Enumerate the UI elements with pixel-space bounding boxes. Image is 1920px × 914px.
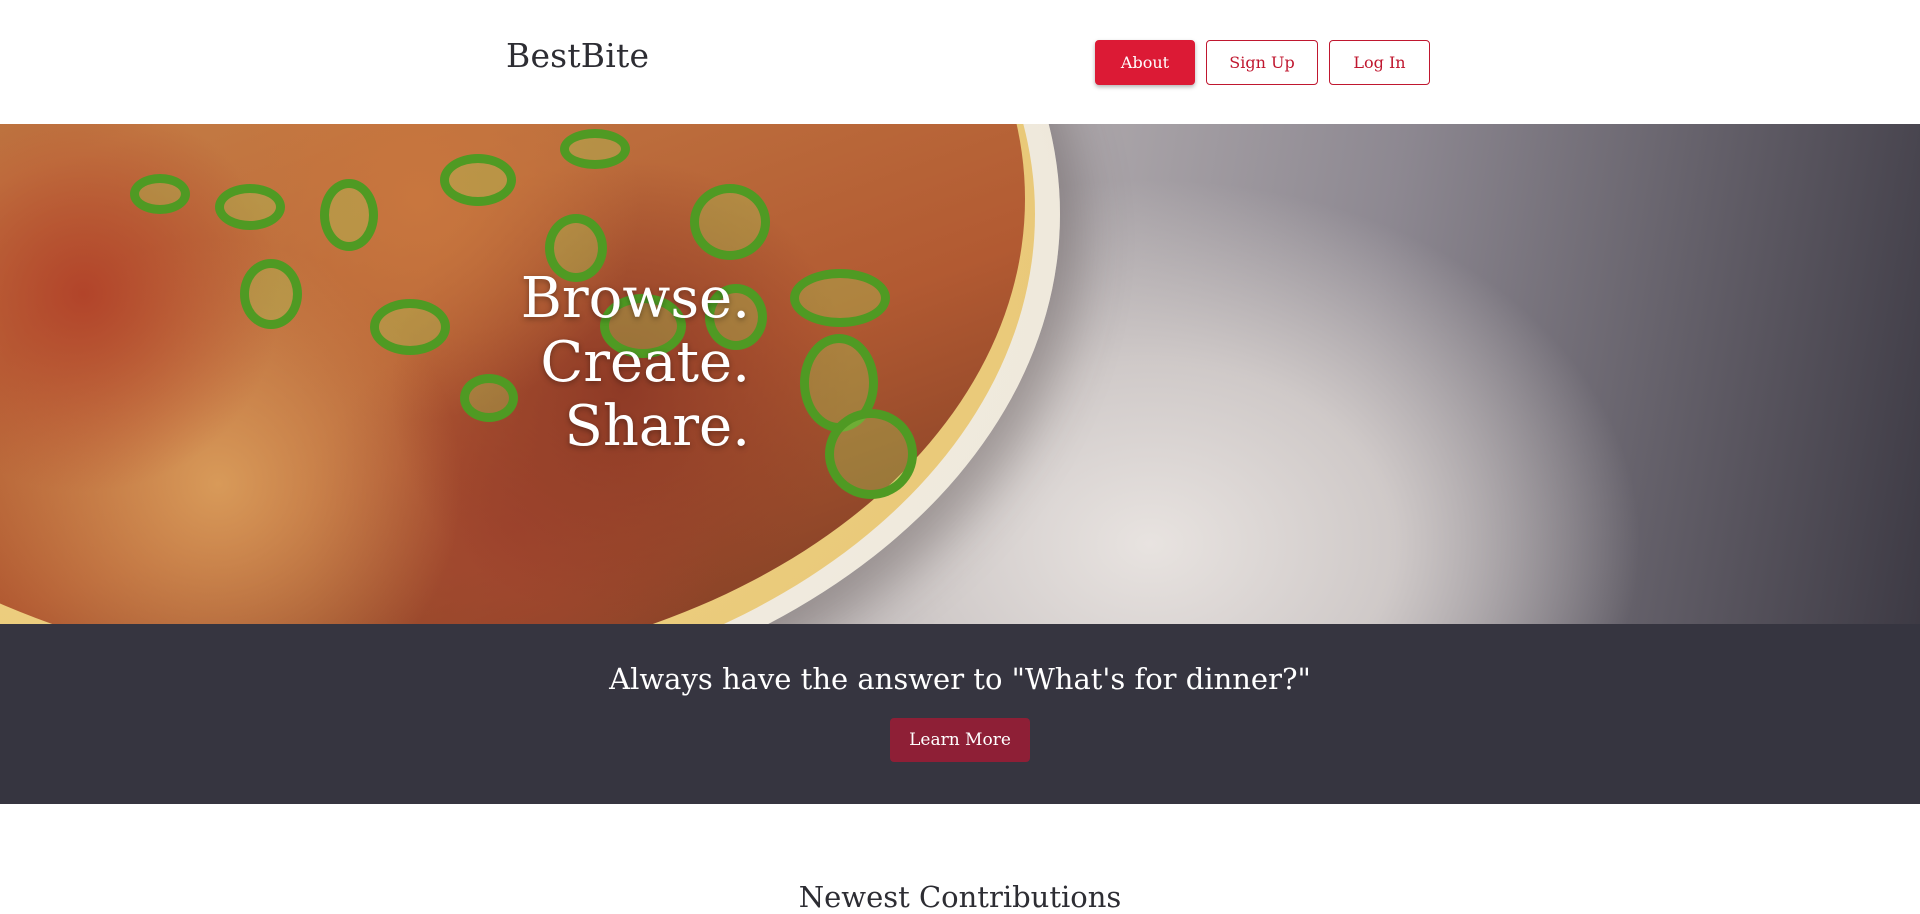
- brand-logo[interactable]: BestBite: [506, 36, 649, 75]
- green-onion: [825, 409, 917, 499]
- main-nav: About Sign Up Log In: [1095, 40, 1430, 85]
- hero-line-share: Share.: [564, 394, 750, 459]
- green-onion: [560, 129, 630, 169]
- hero-slogan: Browse. Create. Share.: [440, 267, 750, 459]
- newest-contributions-heading: Newest Contributions: [798, 880, 1122, 914]
- cta-banner: Always have the answer to "What's for di…: [0, 624, 1920, 804]
- site-header: BestBite About Sign Up Log In: [0, 0, 1920, 124]
- green-onion: [240, 259, 302, 329]
- green-onion: [320, 179, 378, 251]
- sign-up-button[interactable]: Sign Up: [1206, 40, 1318, 85]
- hero-banner: Browse. Create. Share.: [0, 124, 1920, 624]
- green-onion: [690, 184, 770, 260]
- green-onion: [215, 184, 285, 230]
- hero-line-create: Create.: [540, 330, 750, 395]
- hero-line-browse: Browse.: [520, 266, 750, 331]
- about-button[interactable]: About: [1095, 40, 1195, 85]
- green-onion: [370, 299, 450, 355]
- learn-more-button[interactable]: Learn More: [890, 718, 1030, 762]
- green-onion: [440, 154, 516, 206]
- green-onion: [790, 269, 890, 327]
- green-onion: [130, 174, 190, 214]
- log-in-button[interactable]: Log In: [1329, 40, 1430, 85]
- cta-tagline: Always have the answer to "What's for di…: [609, 662, 1311, 696]
